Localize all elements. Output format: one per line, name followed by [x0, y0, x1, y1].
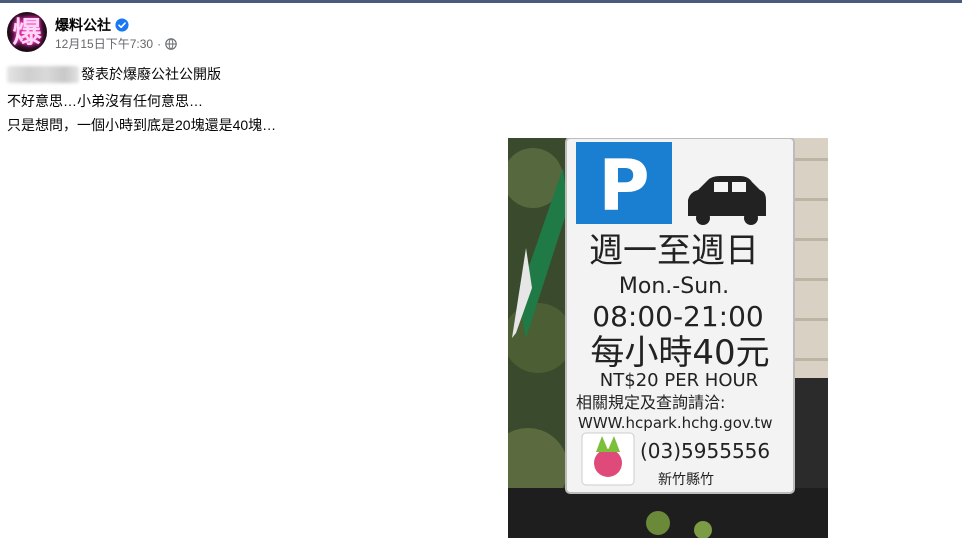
sign-base	[508, 488, 828, 538]
sign-rate-zh: 每小時40元	[590, 333, 769, 373]
post-text-line-1-suffix: 發表於爆廢公社公開版	[81, 66, 221, 82]
verified-badge-icon	[115, 18, 129, 32]
post-meta: 12月15日下午7:30 ·	[55, 35, 177, 52]
sign-mascot-icon	[594, 449, 622, 477]
blurred-author-name	[7, 65, 79, 83]
top-border	[0, 0, 962, 3]
globe-icon[interactable]	[165, 37, 177, 50]
post-text-line-2: 不好意思…小弟沒有任何意思…	[7, 93, 203, 109]
sign-website: WWW.hcpark.hchg.gov.tw	[578, 414, 773, 432]
sign-inquiry: 相關規定及查詢請洽:	[576, 393, 725, 412]
sign-issuer: 新竹縣竹	[658, 472, 714, 488]
meta-separator: ·	[157, 36, 162, 51]
post-text-line-3: 只是想問，一個小時到底是20塊還是40塊…	[7, 117, 277, 133]
page-avatar[interactable]: 爆	[7, 12, 47, 52]
sign-rate-en: NT$20 PER HOUR	[600, 370, 758, 391]
parking-sign-photo: P 週一至週日 Mon.-Sun. 08:00-21:00 每小時40元 NT$…	[508, 138, 828, 538]
post-text-line-1: 發表於爆廢公社公開版	[7, 64, 221, 84]
post-timestamp[interactable]: 12月15日下午7:30	[55, 35, 153, 52]
sign-phone: (03)5955556	[640, 439, 770, 463]
sign-hours: 08:00-21:00	[592, 300, 764, 333]
page-name-row: 爆料公社	[55, 15, 129, 35]
sign-days-en: Mon.-Sun.	[619, 274, 729, 299]
plant-leaf	[646, 511, 670, 535]
avatar-glyph: 爆	[12, 14, 42, 49]
parking-letter: P	[598, 145, 649, 227]
post-photo[interactable]: P 週一至週日 Mon.-Sun. 08:00-21:00 每小時40元 NT$…	[508, 138, 828, 538]
sign-days: 週一至週日	[589, 231, 759, 271]
page-name-link[interactable]: 爆料公社	[55, 15, 111, 35]
